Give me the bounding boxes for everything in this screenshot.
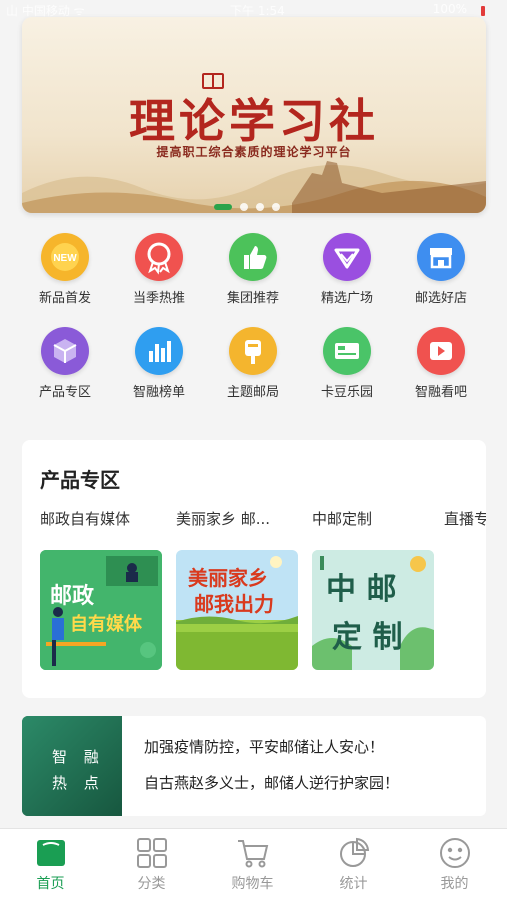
- menu-item-ranking[interactable]: 智融榜单: [112, 324, 206, 404]
- profile-face-icon: [438, 837, 472, 869]
- section-title: 产品专区: [40, 468, 120, 492]
- tab-label: 统计: [339, 876, 368, 892]
- badge-text: 热 点: [52, 774, 105, 792]
- product-section-card: 产品专区 邮政自有媒体 邮政 自有媒体 美丽家乡 邮... 美丽家乡 邮我出力 …: [22, 440, 486, 698]
- thumb-text: 自有媒体: [70, 614, 142, 635]
- cart-icon: [236, 837, 270, 869]
- thumb-text: 邮我出力: [194, 592, 274, 616]
- battery-percent: 100%: [432, 2, 467, 16]
- menu-item-label: 主题邮局: [226, 385, 279, 400]
- product-item-beautiful-hometown[interactable]: 美丽家乡 邮... 美丽家乡 邮我出力: [176, 508, 298, 670]
- banner-subtitle: 提高职工综合素质的理论学习平台: [156, 145, 352, 159]
- video-play-icon: [417, 327, 465, 375]
- carousel-dot-active[interactable]: [214, 204, 232, 210]
- menu-item-kadou-park[interactable]: 卡豆乐园: [300, 324, 394, 404]
- menu-item-label: 当季热推: [132, 291, 185, 306]
- bar-chart-icon: [135, 327, 183, 375]
- menu-item-label: 智融看吧: [414, 385, 467, 400]
- new-badge-icon: NEW: [41, 233, 89, 281]
- menu-item-label: 产品专区: [38, 385, 91, 400]
- menu-item-zhirong-watch[interactable]: 智融看吧: [394, 324, 488, 404]
- banner-title: 理论学习社: [129, 94, 379, 148]
- product-item-custom[interactable]: 中邮定制 中 邮 定 制: [312, 508, 434, 670]
- tab-home[interactable]: 首页: [0, 829, 101, 900]
- news-headline[interactable]: 自古燕赵多义士，邮储人逆行护家园！: [144, 772, 399, 793]
- thumb-text: 邮政: [50, 583, 95, 609]
- storefront-icon: [417, 233, 465, 281]
- product-label: 中邮定制: [312, 510, 373, 528]
- menu-item-label: 邮选好店: [414, 291, 467, 306]
- menu-item-label: 卡豆乐园: [320, 385, 373, 400]
- menu-item-label: 智融榜单: [132, 385, 185, 400]
- tab-category[interactable]: 分类: [101, 829, 202, 900]
- mailbox-icon: [229, 327, 277, 375]
- menu-item-label: 集团推荐: [226, 291, 279, 306]
- menu-item-post-shops[interactable]: 邮选好店: [394, 230, 488, 310]
- badge-text: 智 融: [52, 748, 105, 766]
- product-thumbnail[interactable]: 邮政 自有媒体: [40, 550, 162, 670]
- thumbs-up-icon: [229, 233, 277, 281]
- product-label: 邮政自有媒体: [40, 510, 131, 528]
- product-item-live[interactable]: 直播专 中邮 ♥: [444, 508, 486, 530]
- hot-news-badge: 智 融 热 点: [22, 716, 122, 816]
- menu-item-new-arrivals[interactable]: NEW 新品首发: [18, 230, 112, 310]
- menu-item-theme-post-office[interactable]: 主题邮局: [206, 324, 300, 404]
- tab-label: 首页: [36, 876, 65, 892]
- hot-news-panel: 智 融 热 点 加强疫情防控，平安邮储让人安心！ 自古燕赵多义士，邮储人逆行护家…: [22, 716, 486, 816]
- menu-item-label: 精选广场: [320, 291, 373, 306]
- tab-label: 我的: [440, 876, 469, 892]
- news-headline[interactable]: 加强疫情防控，平安邮储让人安心！: [144, 736, 384, 757]
- bottom-tab-bar: 首页 分类 购物车 统计 我的: [0, 828, 507, 900]
- carousel-indicator[interactable]: [214, 203, 280, 211]
- menu-item-product-zone[interactable]: 产品专区: [18, 324, 112, 404]
- product-label: 直播专: [444, 510, 486, 528]
- menu-item-seasonal-hot[interactable]: 当季热推: [112, 230, 206, 310]
- svg-text:NEW: NEW: [53, 253, 77, 264]
- tab-statistics[interactable]: 统计: [303, 829, 404, 900]
- cube-icon: [41, 327, 89, 375]
- tab-profile[interactable]: 我的: [404, 829, 505, 900]
- tab-label: 分类: [137, 876, 166, 892]
- product-thumbnail[interactable]: 美丽家乡 邮我出力: [176, 550, 298, 670]
- thumb-text: 美丽家乡: [188, 566, 268, 590]
- product-thumbnail[interactable]: 中 邮 定 制: [312, 550, 434, 670]
- grid-icon: [135, 837, 169, 869]
- menu-item-group-recommend[interactable]: 集团推荐: [206, 230, 300, 310]
- home-icon: [34, 837, 68, 869]
- thumb-text: 定 制: [332, 620, 403, 655]
- product-item-post-media[interactable]: 邮政自有媒体 邮政 自有媒体: [40, 508, 162, 670]
- card-icon: [323, 327, 371, 375]
- battery-icon: [481, 6, 485, 16]
- carousel-dot[interactable]: [240, 203, 248, 211]
- promo-banner[interactable]: 理论学习社 提高职工综合素质的理论学习平台: [22, 17, 486, 213]
- heart-shield-icon: [323, 233, 371, 281]
- carousel-dot[interactable]: [256, 203, 264, 211]
- menu-item-label: 新品首发: [38, 291, 91, 306]
- pie-chart-icon: [337, 837, 371, 869]
- award-ribbon-icon: [135, 233, 183, 281]
- menu-item-featured-plaza[interactable]: 精选广场: [300, 230, 394, 310]
- thumb-text: 中 邮: [326, 572, 397, 607]
- carousel-dot[interactable]: [272, 203, 280, 211]
- tab-label: 购物车: [231, 876, 274, 892]
- product-label: 美丽家乡 邮...: [176, 510, 271, 528]
- tab-cart[interactable]: 购物车: [202, 829, 303, 900]
